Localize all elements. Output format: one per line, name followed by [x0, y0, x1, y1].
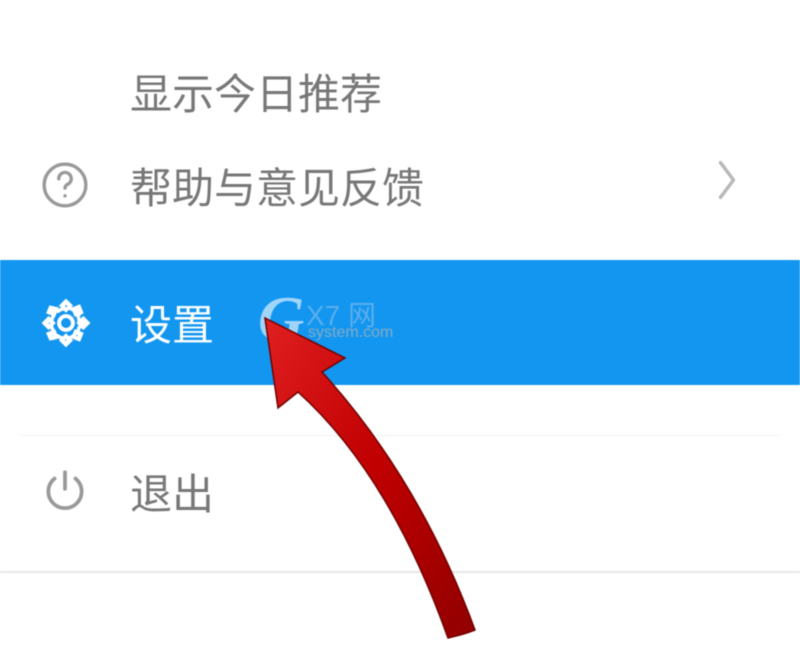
help-icon	[40, 160, 130, 210]
chevron-right-icon	[714, 158, 760, 212]
menu-item-label: 退出	[130, 461, 760, 522]
gear-icon	[40, 297, 130, 349]
menu-item-settings[interactable]: 设置	[0, 260, 800, 385]
power-icon	[40, 466, 130, 516]
context-menu: 显示今日推荐 帮助与意见反馈 设置	[0, 0, 800, 573]
menu-item-label: 帮助与意见反馈	[130, 155, 714, 216]
menu-item-today-recommend[interactable]: 显示今日推荐	[0, 0, 800, 135]
menu-item-exit[interactable]: 退出	[0, 436, 800, 546]
menu-item-help-feedback[interactable]: 帮助与意见反馈	[0, 135, 800, 235]
menu-item-label: 设置	[130, 292, 760, 353]
menu-item-label: 显示今日推荐	[130, 61, 760, 122]
